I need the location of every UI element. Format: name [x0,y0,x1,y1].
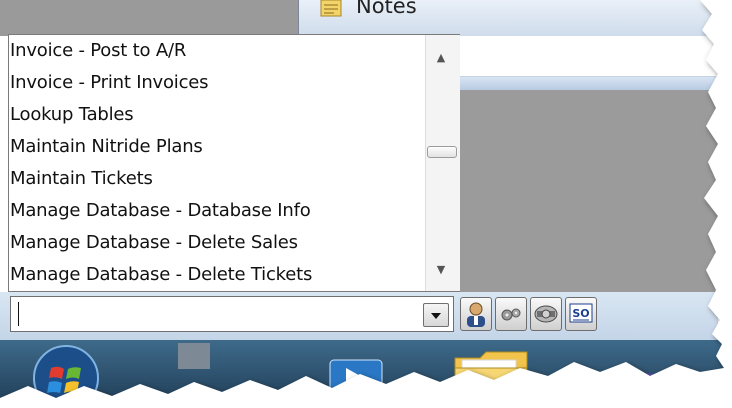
list-item[interactable]: Lookup Tables [10,104,134,125]
so-icon: SO [569,303,593,323]
scroll-down-arrow-icon[interactable]: ▼ [433,262,449,278]
folder-icon[interactable] [450,346,532,402]
right-header-area [460,36,718,77]
chevron-down-icon [431,313,441,319]
notes-icon [320,0,342,17]
list-item[interactable]: Invoice - Post to A/R [10,40,186,61]
app-window: Notes Invoice - Post to A/R Invoice - Pr… [0,0,732,408]
list-item[interactable]: Invoice - Print Invoices [10,72,209,93]
pinned-app-icon[interactable] [178,343,210,369]
sales-order-button[interactable]: SO [565,297,597,331]
list-scrollbar[interactable] [425,35,460,291]
so-label: SO [572,307,589,320]
list-item[interactable]: Manage Database - Delete Tickets [10,264,312,285]
person-icon [467,302,485,327]
text-caret [18,302,19,326]
camera-icon [534,305,558,323]
browser-icon[interactable] [628,368,668,404]
scroll-up-arrow-icon[interactable]: ▲ [433,50,449,66]
settings-button[interactable] [495,297,527,331]
command-combo-input[interactable] [10,296,454,332]
user-button[interactable] [460,297,492,331]
left-header-panel [0,0,298,36]
list-item[interactable]: Maintain Nitride Plans [10,136,203,157]
camera-button[interactable] [530,297,562,331]
list-item[interactable]: Manage Database - Database Info [10,200,311,221]
scrollbar-thumb[interactable] [427,146,457,158]
list-item[interactable]: Maintain Tickets [10,168,153,189]
notes-tab-label[interactable]: Notes [356,0,417,18]
gears-icon [501,308,521,321]
start-orb-icon[interactable] [26,338,106,408]
right-header-band [460,77,718,90]
combo-dropdown-button[interactable] [423,303,449,327]
remote-desktop-icon[interactable] [328,358,384,398]
list-item[interactable]: Manage Database - Delete Sales [10,232,298,253]
